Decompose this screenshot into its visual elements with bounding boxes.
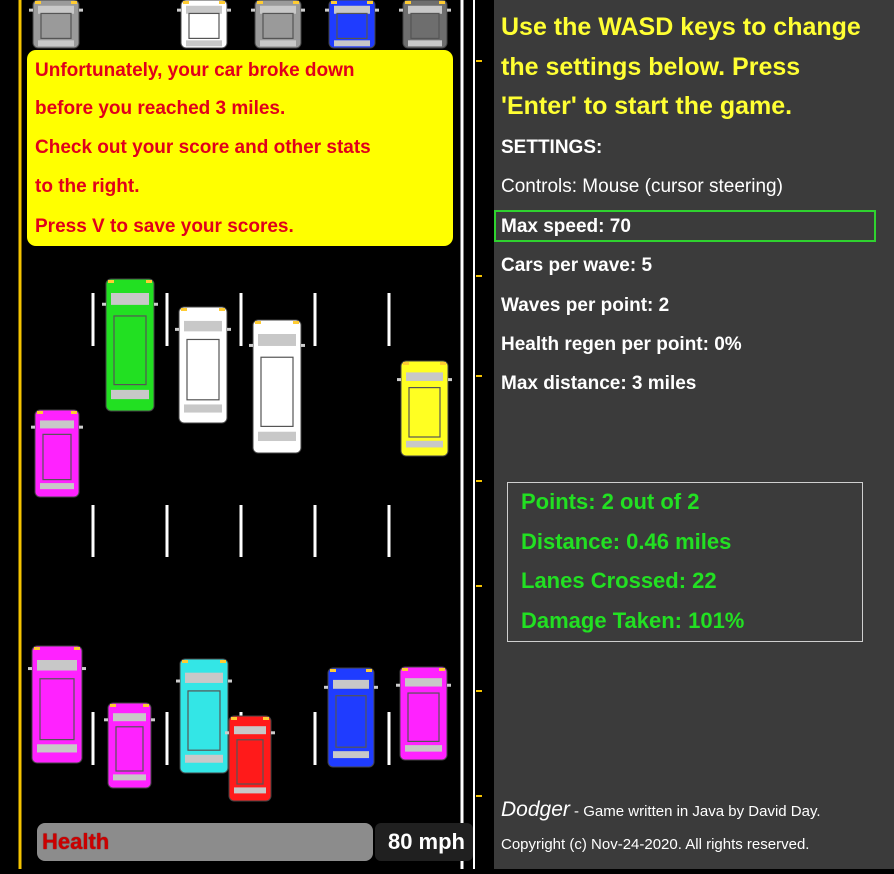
stats-box: Points: 2 out of 2 Distance: 0.46 miles … bbox=[507, 482, 863, 642]
game-road: Unfortunately, your car broke down befor… bbox=[0, 0, 473, 869]
car-dark-top bbox=[399, 0, 451, 49]
stat-lanes-crossed: Lanes Crossed: 22 bbox=[521, 568, 717, 593]
speedometer: 80 mph bbox=[375, 823, 473, 861]
car-gray-top-2 bbox=[251, 0, 305, 49]
car-gray-top-1 bbox=[29, 0, 83, 49]
car-magenta-small bbox=[104, 702, 155, 789]
car-blue bbox=[324, 667, 378, 768]
credits: Dodger - Game written in Java by David D… bbox=[501, 798, 821, 822]
instructions-line-1: Use the WASD keys to change bbox=[501, 13, 861, 41]
message-line-3: Check out your score and other stats bbox=[35, 137, 371, 158]
stat-points: Points: 2 out of 2 bbox=[521, 489, 700, 514]
lane-marker-tick bbox=[476, 585, 482, 587]
credits-text: - Game written in Java by David Day. bbox=[569, 803, 821, 820]
car-red bbox=[225, 715, 275, 802]
lane-marker-tick bbox=[476, 795, 482, 797]
copyright: Copyright (c) Nov-24-2020. All rights re… bbox=[501, 836, 810, 853]
van-magenta bbox=[28, 645, 86, 764]
lane-marker-tick bbox=[476, 690, 482, 692]
lane-marker-tick bbox=[476, 275, 482, 277]
car-magenta-left bbox=[31, 409, 83, 498]
message-line-5: Press V to save your scores. bbox=[35, 216, 294, 237]
health-label: Health bbox=[42, 829, 110, 854]
truck-white bbox=[249, 319, 305, 454]
instructions-line-2: the settings below. Press bbox=[501, 53, 801, 81]
setting-controls[interactable]: Controls: Mouse (cursor steering) bbox=[501, 176, 783, 198]
settings-heading: SETTINGS: bbox=[501, 137, 603, 158]
stat-distance: Distance: 0.46 miles bbox=[521, 529, 732, 554]
separator-markers bbox=[473, 0, 482, 869]
brand-name: Dodger bbox=[501, 798, 570, 821]
car-magenta-right bbox=[396, 666, 451, 761]
lane-marker-tick bbox=[476, 375, 482, 377]
lane-marker-tick bbox=[476, 60, 482, 62]
lane-marker-tick bbox=[476, 480, 482, 482]
setting-health-regen[interactable]: Health regen per point: 0% bbox=[501, 334, 742, 356]
settings-panel: Use the WASD keys to change the settings… bbox=[494, 0, 894, 869]
message-line-2: before you reached 3 miles. bbox=[35, 98, 286, 119]
setting-waves-per-point[interactable]: Waves per point: 2 bbox=[501, 295, 669, 317]
panel-separator bbox=[473, 0, 494, 869]
van-cyan bbox=[176, 658, 232, 774]
setting-max-distance[interactable]: Max distance: 3 miles bbox=[501, 373, 696, 395]
van-white bbox=[175, 306, 231, 424]
health-bar: Health bbox=[37, 823, 373, 861]
speed-readout: 80 mph bbox=[387, 829, 465, 854]
game-over-message: Unfortunately, your car broke down befor… bbox=[27, 50, 453, 246]
car-blue-top bbox=[325, 0, 379, 49]
setting-cars-per-wave[interactable]: Cars per wave: 5 bbox=[501, 255, 652, 277]
stat-damage-taken: Damage Taken: 101% bbox=[521, 608, 745, 633]
setting-max-speed[interactable]: Max speed: 70 bbox=[501, 216, 631, 238]
car-white-top bbox=[177, 0, 231, 49]
car-yellow bbox=[397, 360, 452, 457]
truck-green bbox=[102, 278, 158, 412]
instructions-line-3: 'Enter' to start the game. bbox=[501, 92, 793, 120]
message-line-1: Unfortunately, your car broke down bbox=[35, 60, 355, 81]
message-line-4: to the right. bbox=[35, 176, 140, 197]
